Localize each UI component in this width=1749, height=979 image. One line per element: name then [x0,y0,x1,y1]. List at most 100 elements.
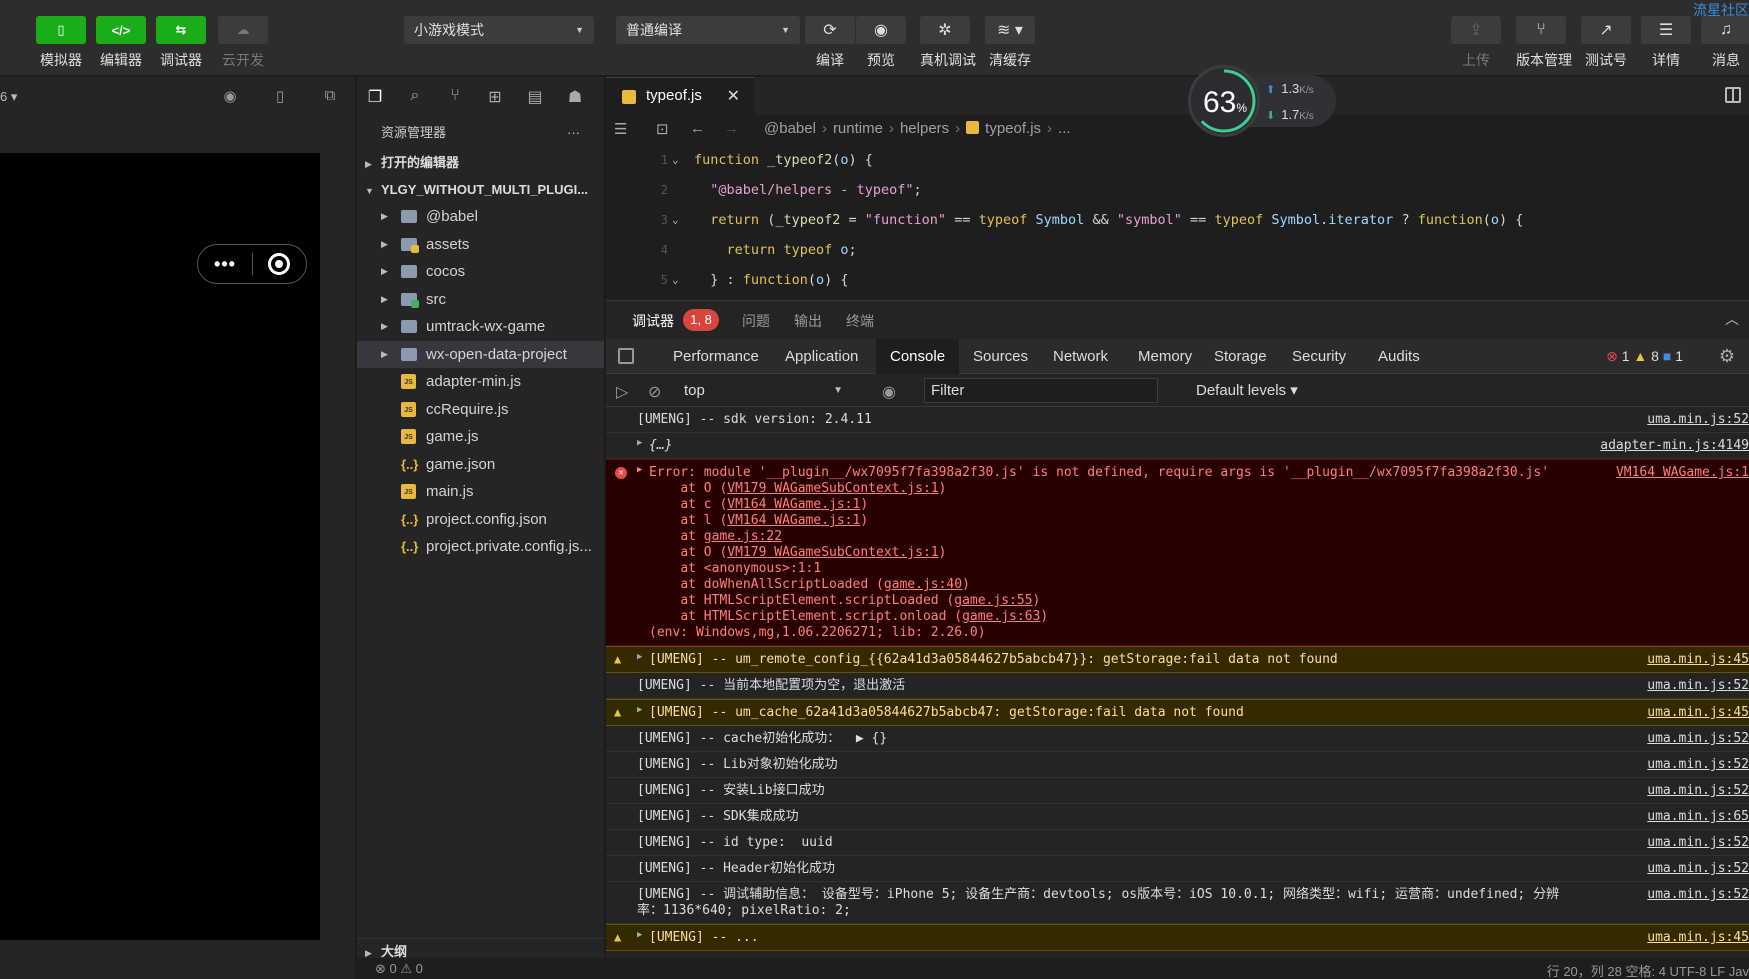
inspect-icon[interactable] [618,348,634,364]
tree-item[interactable]: JS adapter-min.js [357,368,604,396]
tree-item[interactable]: JS ccRequire.js [357,396,604,424]
cloud-button[interactable]: ☁ 云开发 [218,16,268,70]
console-warning-row[interactable]: ▲ ▶ [UMENG] -- um_remote_config_{{62a41d3a… [606,646,1749,673]
source-link[interactable]: uma.min.js:52 [1647,861,1749,876]
extensions-icon[interactable]: ⊞ [483,87,507,107]
source-link[interactable]: uma.min.js:52 [1647,412,1749,427]
editor-button[interactable]: </> 编辑器 [96,16,146,70]
tab-console[interactable]: Console [876,339,960,374]
tab-sources[interactable]: Sources [959,339,1042,374]
source-link[interactable]: adapter-min.js:4149 [1600,438,1749,453]
source-link[interactable]: uma.min.js:45 [1647,652,1749,667]
tab-problems[interactable]: 问题 [742,311,770,331]
performance-gauge[interactable]: 63% ⬆ 1.3K/s ⬇ 1.7K/s [1188,65,1336,137]
eye-icon[interactable]: ◉ [882,382,896,402]
back-icon[interactable]: ← [690,120,705,137]
problems-count[interactable]: ⊗ 0 ⚠ 0 [375,961,423,977]
test-account-button[interactable]: ↗ 测试号 [1581,16,1631,70]
code-area[interactable]: 1 ⌄ function _typeof2(o) { 2 "@babel/helpe… [606,145,1749,295]
source-link[interactable]: uma.min.js:52 [1647,757,1749,772]
real-debug-button[interactable]: ✲ 真机调试 [920,16,976,70]
breadcrumb-item[interactable]: runtime [833,120,883,137]
filter-input[interactable]: Filter [924,378,1158,403]
tree-item[interactable]: {..} project.config.json [357,506,604,534]
sidebar-toggle-icon[interactable]: ▷ [616,382,628,402]
tab-network[interactable]: Network [1039,339,1122,374]
tree-item[interactable]: JS game.js [357,423,604,451]
bookmark-icon[interactable]: ⊡ [656,120,669,138]
details-button[interactable]: ☰ 详情 [1641,16,1691,70]
more-icon[interactable]: ••• [198,254,252,275]
tree-item[interactable]: JS main.js [357,478,604,506]
tab-storage[interactable]: Storage [1200,339,1281,374]
console-counts[interactable]: ⊗ 1 ▲ 8 ■ 1 [1606,339,1683,374]
tree-item[interactable]: {..} project.private.config.js... [357,533,604,561]
tab-security[interactable]: Security [1278,339,1360,374]
open-editors-section[interactable]: ▶ 打开的编辑器 [357,149,604,176]
chevron-up-icon[interactable]: ︿ [1725,309,1739,329]
breadcrumb-item[interactable]: typeof.js [985,120,1041,137]
tab-output[interactable]: 输出 [794,311,822,331]
compile-select[interactable]: 普通编译 ▼ [616,16,800,44]
tree-item[interactable]: ▶ wx-open-data-project [357,340,604,368]
tree-item[interactable]: ▶ @babel [357,203,604,231]
levels-select[interactable]: Default levels ▾ [1196,380,1298,402]
docker-icon[interactable]: ☗ [563,87,587,107]
cursor-status[interactable]: 行 20，列 28 空格: 4 UTF-8 LF Jav [1547,961,1749,979]
git-icon[interactable]: ⑂ [443,87,467,105]
forward-icon[interactable]: → [724,120,739,137]
console-row[interactable]: ▶ {…} adapter-min.js:4149 [606,433,1749,459]
simulator-button[interactable]: ▯ 模拟器 [36,16,86,70]
mode-select[interactable]: 小游戏模式 ▼ [404,16,594,44]
menu-capsule[interactable]: ••• [197,244,307,284]
tree-item[interactable]: ▶ src [357,286,604,314]
tab-terminal[interactable]: 终端 [846,311,874,331]
console-error-row[interactable]: ✕ ▶ Error: module '__plugin__/wx7095f7fa… [606,459,1749,646]
source-link[interactable]: uma.min.js:52 [1647,835,1749,850]
gear-icon[interactable]: ⚙ [1719,346,1735,367]
tab-performance[interactable]: Performance [659,339,773,374]
source-link[interactable]: uma.min.js:52 [1647,678,1749,693]
close-target-icon[interactable] [253,253,306,275]
clear-console-icon[interactable]: ⊘ [648,382,661,402]
project-section[interactable]: ▼ YLGY_WITHOUT_MULTI_PLUGI... [357,176,604,203]
source-link[interactable]: uma.min.js:45 [1647,705,1749,720]
upload-button[interactable]: ⇪ 上传 [1451,16,1501,70]
simulator-screen[interactable]: ••• [0,153,320,940]
close-icon[interactable]: ✕ [727,86,740,106]
source-link[interactable]: uma.min.js:52 [1647,887,1749,902]
tree-item[interactable]: ▶ cocos [357,258,604,286]
files-icon[interactable]: ❐ [363,87,387,107]
tree-item[interactable]: ▶ assets [357,231,604,259]
messages-button[interactable]: ♫ 消息 [1701,16,1749,70]
version-button[interactable]: ⑂ 版本管理 [1516,16,1572,70]
breadcrumb-item[interactable]: @babel [764,120,816,137]
source-link[interactable]: uma.min.js:52 [1647,783,1749,798]
stop-icon[interactable]: ◉ [219,87,241,107]
preview-button[interactable]: ◉ 预览 [856,16,906,70]
breadcrumb-item[interactable]: helpers [900,120,949,137]
console-warning-row[interactable]: ▲ ▶ [UMENG] -- um_cache_62a41d3a05844627b5… [606,699,1749,726]
device-icon[interactable]: ▯ [269,87,291,107]
source-link[interactable]: uma.min.js:45 [1647,930,1749,945]
tree-item[interactable]: ▶ umtrack-wx-game [357,313,604,341]
debugger-button[interactable]: ⇆ 调试器 [156,16,206,70]
context-select[interactable]: top ▼ [684,380,847,402]
tab-application[interactable]: Application [771,339,872,374]
tab-debugger[interactable]: 调试器 [632,311,674,331]
source-link[interactable]: VM164 WAGame.js:1 [1616,465,1749,480]
search-icon[interactable]: ⌕ [403,87,427,105]
console-warning-row[interactable]: ▲ ▶ [UMENG] -- ... uma.min.js:45 [606,924,1749,951]
compile-button[interactable]: ⟳ 编译 [805,16,855,70]
tab-audits[interactable]: Audits [1364,339,1434,374]
tree-item[interactable]: {..} game.json [357,451,604,479]
list-icon[interactable]: ☰ [614,120,627,138]
source-link[interactable]: uma.min.js:65 [1647,809,1749,824]
more-icon[interactable]: ··· [567,117,580,149]
clear-cache-button[interactable]: ≋ ▾ 清缓存 [985,16,1035,70]
zoom-select[interactable]: 6 ▾ [0,89,17,105]
storage-icon[interactable]: ▤ [523,87,547,107]
source-link[interactable]: uma.min.js:52 [1647,731,1749,746]
breadcrumb-item[interactable]: ... [1058,120,1071,137]
tab-memory[interactable]: Memory [1124,339,1206,374]
